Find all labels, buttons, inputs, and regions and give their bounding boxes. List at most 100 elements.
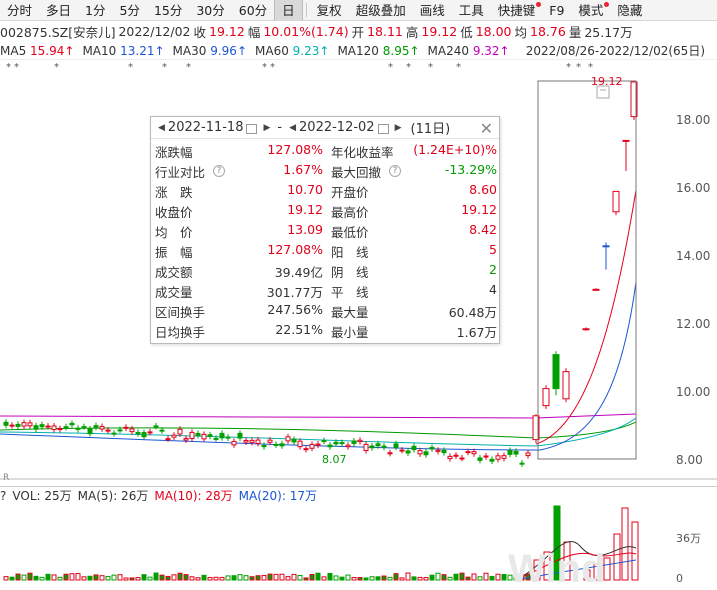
stat-label: 成交量 (155, 285, 193, 300)
end-prev-arrow-icon[interactable]: ◀ (289, 123, 296, 133)
end-date[interactable]: 2022-12-02 (299, 120, 375, 135)
volume-bar (495, 573, 501, 581)
volume-bar (375, 576, 381, 581)
volume-bar (189, 576, 195, 581)
stats-row: 收盘价 19.12 最高价 19.12 (155, 202, 499, 222)
candle-body (459, 457, 465, 460)
candle-body (602, 245, 610, 248)
stat-value: 22.51% (275, 322, 323, 337)
volume-bar (387, 576, 393, 581)
candle-body (542, 388, 550, 407)
tab-30min[interactable]: 30分 (189, 0, 231, 21)
ma120-label: MA120 (337, 43, 379, 58)
volume-bar (165, 575, 171, 581)
stat-value: 127.08% (267, 142, 323, 157)
candle-body (81, 426, 87, 429)
hide-button[interactable]: 隐藏 (610, 0, 649, 21)
tab-intraday[interactable]: 分时 (0, 0, 39, 21)
candle-body (495, 455, 501, 460)
volume-bar (111, 574, 117, 581)
shortcuts-button[interactable]: 快捷键 (491, 0, 543, 21)
volume-bar (39, 576, 45, 581)
f9-button[interactable]: F9 (542, 0, 571, 21)
volume-value: 25.17万 (584, 25, 633, 40)
volume-bar (81, 576, 87, 581)
stat-label: 最大量 (331, 305, 369, 320)
calendar-icon[interactable] (246, 123, 258, 134)
volume-bar (159, 574, 165, 581)
stat-value: -13.29% (444, 162, 497, 177)
stats-row: 成交量 301.77万平 线 4 (155, 282, 499, 302)
volume-bar (483, 572, 489, 581)
ma240-line (0, 413, 637, 419)
candle-body (477, 457, 483, 461)
ma120-item: MA120 8.95↑ (337, 44, 419, 58)
volume-bar (105, 575, 111, 581)
low-label: 低 (460, 25, 473, 40)
tab-multi-day[interactable]: 多日 (39, 0, 78, 21)
help-icon[interactable]: ? (0, 489, 6, 503)
event-star-icon: * (14, 62, 19, 73)
start-prev-arrow-icon[interactable]: ◀ (158, 123, 165, 133)
volume-bar (177, 572, 183, 581)
volume-bar (141, 574, 147, 581)
volume-tick: 36万 (676, 532, 701, 545)
volume-bar (297, 575, 303, 581)
change-value: 10.01%(1.74) (263, 24, 349, 39)
candle-body (231, 440, 237, 446)
stat-label: 最高价 (331, 205, 369, 220)
high-value: 19.12 (421, 24, 458, 39)
price-tick: 16.00 (676, 181, 710, 195)
candle-body (219, 432, 225, 439)
tab-60min[interactable]: 60分 (232, 0, 274, 21)
mode-button[interactable]: 模式 (571, 0, 610, 21)
candle-body (279, 443, 285, 447)
volume-bar (279, 573, 285, 581)
tab-15min[interactable]: 15分 (147, 0, 189, 21)
candle-body (501, 455, 507, 459)
candle-body (69, 422, 75, 426)
stat-value: 4 (489, 282, 497, 297)
tab-daily[interactable]: 日 (274, 0, 303, 21)
candle-body (201, 433, 207, 440)
candle-body (411, 445, 417, 451)
help-icon[interactable]: ? (213, 165, 225, 177)
close-icon[interactable]: ✕ (480, 119, 493, 138)
stat-label: 涨跌幅 (155, 145, 193, 160)
stat-label: 行业对比 (155, 165, 206, 180)
candle-body (111, 432, 117, 435)
candle-body (117, 429, 123, 432)
volume-bar (459, 572, 465, 581)
draw-line-button[interactable]: 画线 (413, 0, 452, 21)
price-tick: 14.00 (676, 249, 710, 263)
tools-button[interactable]: 工具 (452, 0, 491, 21)
candle-body (405, 450, 411, 454)
volume-bar (69, 573, 75, 581)
stat-label: 阳 线 (331, 245, 369, 260)
volume-bar (147, 576, 153, 581)
close-label: 收 (193, 25, 207, 40)
volume-bar (465, 576, 471, 581)
adjust-button[interactable]: 复权 (310, 0, 349, 21)
volume-indicator-line: ? VOL: 25万 MA(5): 26万 MA(10): 28万 MA(20)… (0, 486, 717, 504)
end-next-arrow-icon[interactable]: ▶ (395, 123, 402, 133)
candle-body (441, 449, 447, 454)
tab-5min[interactable]: 5分 (112, 0, 146, 21)
super-overlay-button[interactable]: 超级叠加 (349, 0, 413, 21)
volume-bar (153, 572, 159, 581)
candle-body (195, 432, 201, 436)
tab-1min[interactable]: 1分 (78, 0, 112, 21)
stat-value: 19.12 (287, 202, 323, 217)
calendar-icon[interactable] (377, 123, 389, 134)
candle-body (363, 443, 369, 451)
volume-bar (381, 575, 387, 581)
start-next-arrow-icon[interactable]: ▶ (263, 123, 270, 133)
start-date[interactable]: 2022-11-18 (168, 120, 244, 135)
help-icon[interactable]: ? (389, 165, 401, 177)
stat-value: (1.24E+10)% (413, 142, 497, 157)
candle-body (357, 439, 363, 443)
candle-body (171, 434, 177, 438)
avg-value: 18.76 (530, 24, 566, 39)
volume-bar (183, 574, 189, 581)
stat-label: 涨 跌 (155, 185, 193, 200)
